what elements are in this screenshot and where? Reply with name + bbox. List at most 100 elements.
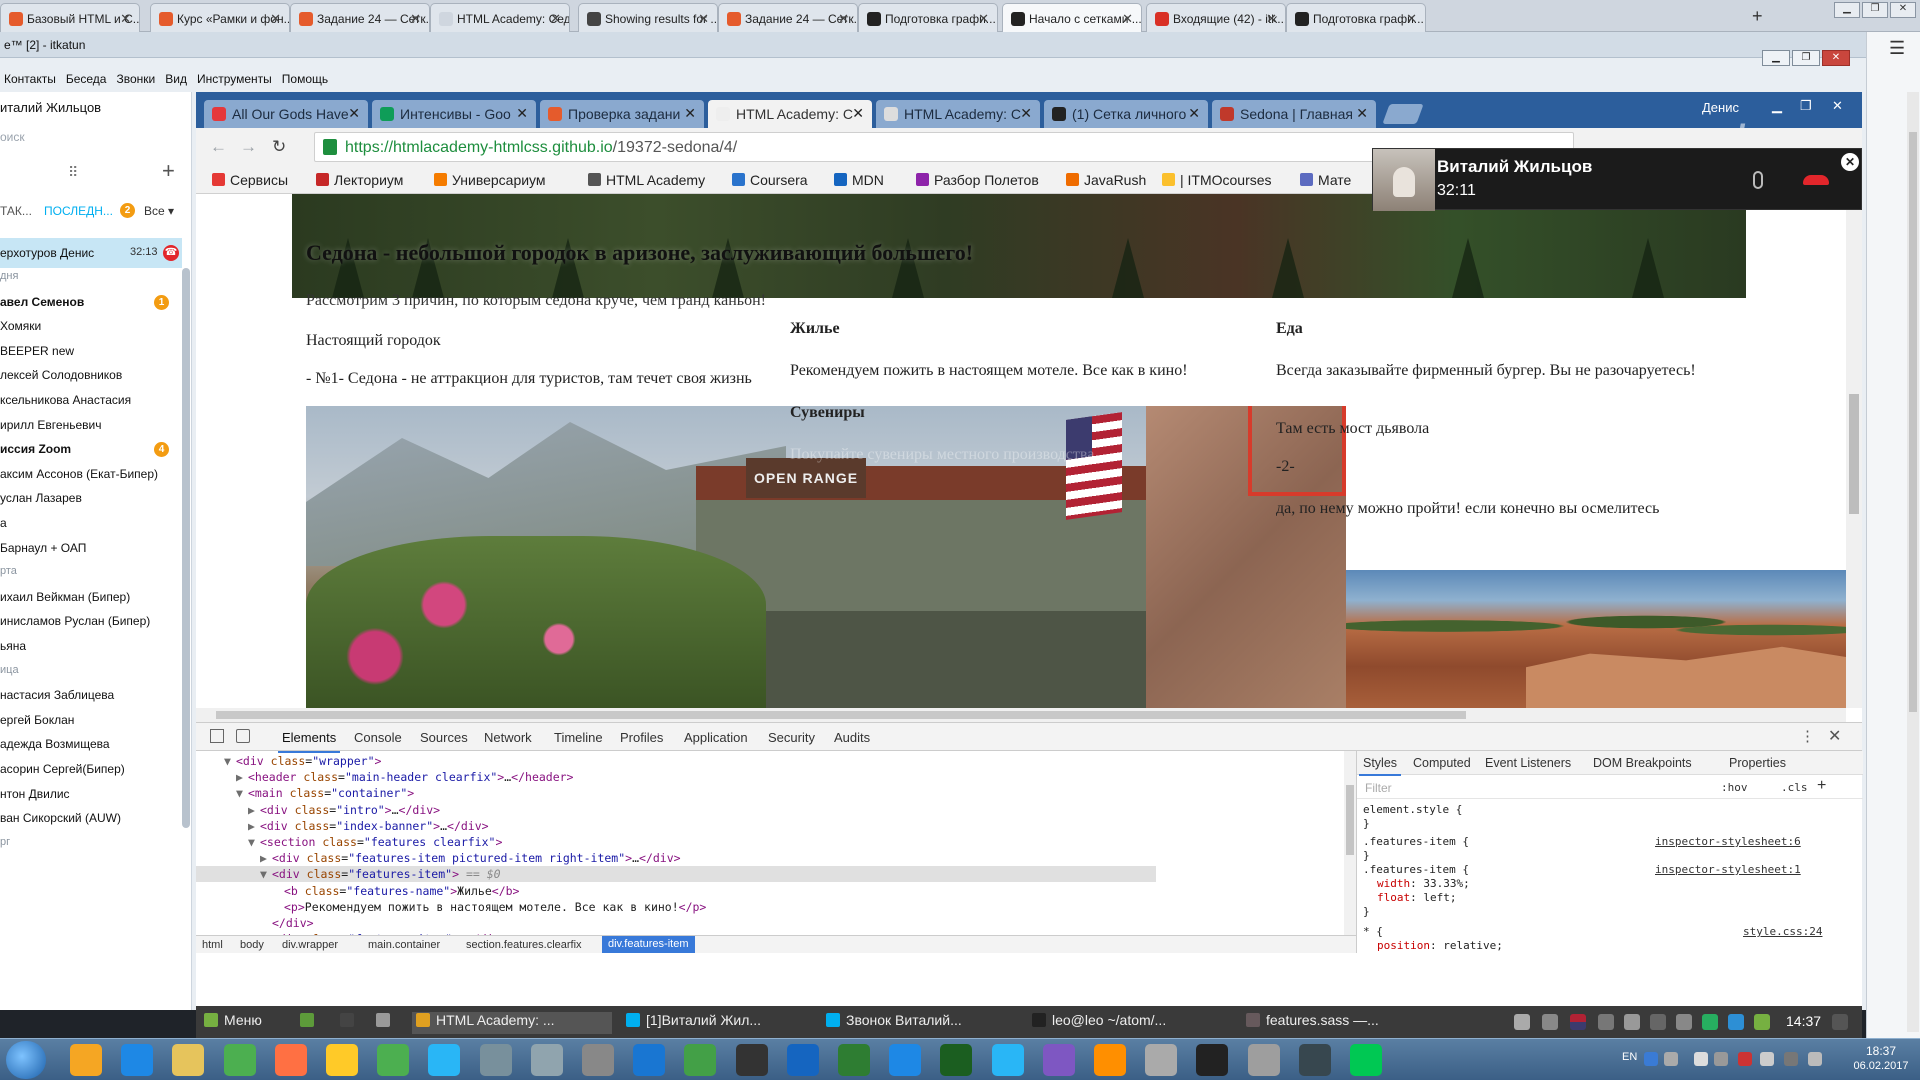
styles-subtab[interactable]: Event Listeners	[1485, 756, 1571, 770]
css-rule-2[interactable]: .features-item { width: 33.33%; float: l…	[1363, 863, 1470, 919]
tab-close-icon[interactable]: ✕	[698, 11, 709, 27]
tab-close-icon[interactable]: ✕	[1266, 11, 1277, 27]
expand-toggle-icon[interactable]: ▼	[260, 866, 272, 882]
system-time[interactable]: 18:37	[1848, 1044, 1914, 1058]
dom-node[interactable]: ▶ <div class="intro">…</div>	[196, 802, 1156, 818]
breadcrumb-item[interactable]: section.features.clearfix	[466, 939, 582, 951]
panel-window-button[interactable]: HTML Academy: ...	[412, 1012, 612, 1034]
skype-minimize-button[interactable]: ▁	[1762, 50, 1790, 66]
contact-item[interactable]: ирилл Евгеньевич	[0, 418, 182, 442]
elements-scrollbar[interactable]	[1344, 751, 1356, 935]
tab-close-icon[interactable]: ✕	[516, 105, 528, 122]
tray-icon[interactable]	[1738, 1052, 1752, 1066]
css-property[interactable]: position	[1377, 939, 1430, 952]
active-chat-item[interactable]: ерхотуров Денис 32:13 ☎	[0, 238, 182, 268]
tools-icon[interactable]	[1145, 1044, 1178, 1076]
sublime-icon[interactable]	[1094, 1044, 1126, 1076]
menu-item[interactable]: Инструменты	[197, 72, 272, 86]
add-contact-button[interactable]: +	[162, 158, 175, 184]
filter-all-dropdown[interactable]: Все ▾	[144, 204, 174, 218]
tray-icon[interactable]	[1784, 1052, 1798, 1066]
profile-user-name[interactable]: Денис	[1702, 100, 1739, 115]
profile-name[interactable]: италий Жильцов	[0, 100, 101, 115]
add-rule-button[interactable]: +	[1817, 777, 1826, 795]
breadcrumb-item[interactable]: main.container	[368, 939, 440, 951]
inspect-element-icon[interactable]	[210, 729, 224, 743]
css-value[interactable]: 33.33%;	[1423, 877, 1469, 890]
outer-tab[interactable]: Задание 24 — Сетк... ✕	[290, 3, 430, 32]
contact-item[interactable]: авел Семенов 1	[0, 294, 182, 319]
inner-close-button[interactable]: ✕	[1832, 98, 1843, 114]
devtools-tab[interactable]: Console	[354, 730, 402, 745]
volume-icon[interactable]	[1650, 1014, 1666, 1030]
spotify-icon[interactable]	[1350, 1044, 1382, 1076]
more-options-icon[interactable]: ⋮	[1800, 727, 1815, 745]
contact-item[interactable]: ьяна	[0, 639, 182, 663]
tab-contacts[interactable]: ТАК...	[0, 204, 32, 218]
class-toggle[interactable]: .cls	[1781, 781, 1808, 794]
tab-close-icon[interactable]: ✕	[852, 105, 864, 122]
device-toolbar-icon[interactable]	[236, 729, 250, 743]
dom-node[interactable]: </div>	[196, 915, 1156, 931]
panel-window-button[interactable]	[300, 1012, 330, 1034]
minimize-button[interactable]: ▁	[1834, 2, 1860, 18]
menu-item[interactable]: Контакты	[4, 72, 56, 86]
css-rule-3[interactable]: * { position: relative;	[1363, 925, 1503, 953]
outlook-icon[interactable]	[70, 1044, 102, 1076]
devtools-tab[interactable]: Timeline	[554, 730, 603, 745]
calculator-icon[interactable]	[1247, 1044, 1280, 1076]
outer-tab[interactable]: Подготовка графи... ✕	[1286, 3, 1426, 32]
devtools-tab[interactable]: Security	[768, 730, 815, 745]
tab-close-icon[interactable]: ✕	[978, 11, 989, 27]
page-horizontal-scrollbar[interactable]	[196, 708, 1846, 722]
contact-item[interactable]: услан Лазарев	[0, 491, 182, 515]
user-icon[interactable]	[1514, 1014, 1530, 1030]
tab-close-icon[interactable]: ✕	[410, 11, 421, 27]
tab-close-icon[interactable]: ✕	[348, 105, 360, 122]
css-property[interactable]: width	[1377, 877, 1410, 890]
tab-close-icon[interactable]: ✕	[550, 11, 561, 27]
phone-icon[interactable]	[428, 1044, 461, 1076]
expand-toggle-icon[interactable]: ▼	[224, 753, 236, 769]
tab-close-icon[interactable]: ✕	[270, 11, 281, 27]
inner-tab[interactable]: Интенсивы - Goo ✕	[372, 100, 536, 128]
tab-recent[interactable]: ПОСЛЕДН...	[44, 204, 113, 218]
panel-window-button[interactable]	[340, 1012, 370, 1034]
telegram-icon[interactable]	[1728, 1014, 1744, 1030]
devices-icon[interactable]	[1676, 1014, 1692, 1030]
devtools-tab[interactable]: Network	[484, 730, 532, 745]
skype-maximize-button[interactable]: ❐	[1792, 50, 1820, 66]
bookmark-item[interactable]: Сервисы	[212, 172, 288, 188]
bookmark-item[interactable]: MDN	[834, 172, 884, 188]
terminal-icon[interactable]	[1196, 1044, 1229, 1076]
database-icon[interactable]	[582, 1044, 614, 1076]
debugger-icon[interactable]	[633, 1044, 666, 1076]
contact-item[interactable]: аксим Ассонов (Екат-Бипер)	[0, 467, 182, 491]
close-overlay-icon[interactable]: ✕	[1841, 153, 1859, 171]
notepad-icon[interactable]	[223, 1044, 256, 1076]
contact-item[interactable]: ксельникова Анастасия	[0, 393, 182, 417]
menu-item[interactable]: Звонки	[116, 72, 155, 86]
outer-tab[interactable]: Подготовка графи... ✕	[858, 3, 998, 32]
volume-icon[interactable]	[1808, 1052, 1822, 1066]
tab-close-icon[interactable]: ✕	[120, 11, 131, 27]
css-value[interactable]: relative;	[1443, 939, 1503, 952]
back-arrow-icon[interactable]: ←	[210, 137, 227, 157]
r-icon[interactable]	[1298, 1044, 1331, 1076]
hamburger-menu-icon[interactable]: ☰	[1889, 38, 1905, 59]
breadcrumb-item[interactable]: body	[240, 939, 264, 951]
bookmark-item[interactable]: Разбор Полетов	[916, 172, 1039, 188]
check-icon[interactable]	[1702, 1014, 1718, 1030]
tab-close-icon[interactable]: ✕	[1356, 105, 1368, 122]
breadcrumb-item[interactable]: div.wrapper	[282, 939, 338, 951]
contact-item[interactable]: Барнаул + ОАП	[0, 541, 182, 565]
tab-close-icon[interactable]: ✕	[1188, 105, 1200, 122]
contact-list-scrollbar[interactable]	[182, 268, 190, 828]
contact-item[interactable]: инисламов Руслан (Бипер)	[0, 614, 182, 638]
dom-node[interactable]: <p>Рекомендуем пожить в настоящем мотеле…	[196, 899, 1156, 915]
menu-item[interactable]: Помощь	[282, 72, 328, 86]
browser-icon[interactable]	[991, 1044, 1024, 1076]
expand-toggle-icon[interactable]: ▶	[248, 802, 260, 818]
dom-node[interactable]: ▶ <div class="features-item pictured-item…	[196, 850, 1156, 866]
contact-item[interactable]: Хомяки	[0, 319, 182, 343]
